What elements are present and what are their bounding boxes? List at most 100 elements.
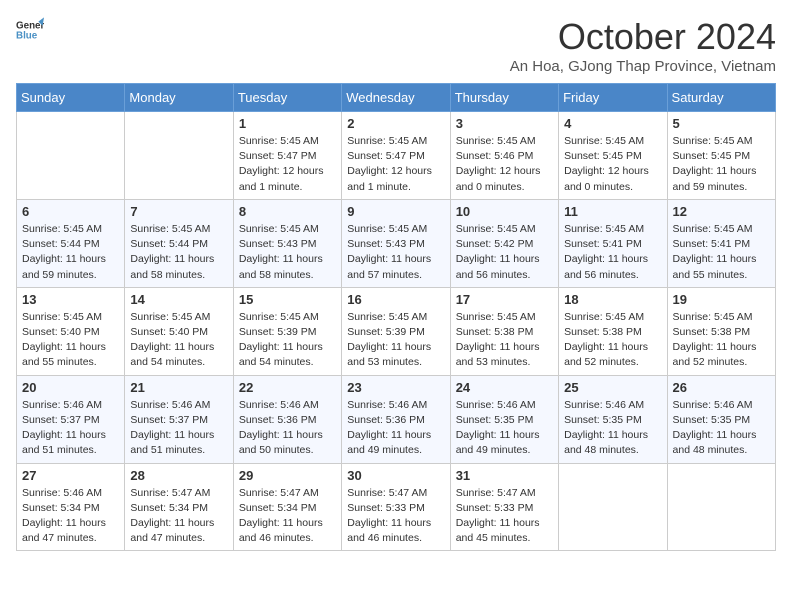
calendar-cell: 9 Sunrise: 5:45 AM Sunset: 5:43 PM Daylig…: [342, 199, 450, 287]
day-number: 13: [22, 292, 119, 307]
day-info: Sunrise: 5:46 AM Sunset: 5:36 PM Dayligh…: [347, 398, 444, 459]
day-info: Sunrise: 5:45 AM Sunset: 5:45 PM Dayligh…: [673, 134, 770, 195]
day-number: 16: [347, 292, 444, 307]
day-number: 18: [564, 292, 661, 307]
logo-icon: General Blue: [16, 16, 44, 44]
day-number: 11: [564, 204, 661, 219]
day-info: Sunrise: 5:47 AM Sunset: 5:34 PM Dayligh…: [130, 486, 227, 547]
calendar-cell: [559, 463, 667, 551]
day-number: 24: [456, 380, 553, 395]
day-info: Sunrise: 5:45 AM Sunset: 5:40 PM Dayligh…: [22, 310, 119, 371]
day-info: Sunrise: 5:45 AM Sunset: 5:38 PM Dayligh…: [456, 310, 553, 371]
day-number: 15: [239, 292, 336, 307]
calendar-cell: [125, 112, 233, 200]
svg-text:Blue: Blue: [16, 30, 38, 41]
calendar-cell: 23 Sunrise: 5:46 AM Sunset: 5:36 PM Dayli…: [342, 375, 450, 463]
calendar-cell: 30Sunrise: 5:47 AM Sunset: 5:33 PM Dayli…: [342, 463, 450, 551]
calendar-week-row: 13 Sunrise: 5:45 AM Sunset: 5:40 PM Dayli…: [17, 287, 776, 375]
day-info: Sunrise: 5:46 AM Sunset: 5:35 PM Dayligh…: [673, 398, 770, 459]
day-number: 28: [130, 468, 227, 483]
day-number: 25: [564, 380, 661, 395]
logo: General Blue: [16, 16, 44, 44]
day-number: 29: [239, 468, 336, 483]
day-number: 3: [456, 116, 553, 131]
calendar-cell: 17 Sunrise: 5:45 AM Sunset: 5:38 PM Dayli…: [450, 287, 558, 375]
day-info: Sunrise: 5:45 AM Sunset: 5:41 PM Dayligh…: [564, 222, 661, 283]
calendar-cell: 1Sunrise: 5:45 AM Sunset: 5:47 PM Daylig…: [233, 112, 341, 200]
day-number: 31: [456, 468, 553, 483]
calendar-cell: 27 Sunrise: 5:46 AM Sunset: 5:34 PM Dayli…: [17, 463, 125, 551]
day-number: 4: [564, 116, 661, 131]
calendar-cell: 5 Sunrise: 5:45 AM Sunset: 5:45 PM Daylig…: [667, 112, 775, 200]
day-info: Sunrise: 5:45 AM Sunset: 5:43 PM Dayligh…: [347, 222, 444, 283]
day-number: 19: [673, 292, 770, 307]
calendar-table: SundayMondayTuesdayWednesdayThursdayFrid…: [16, 83, 776, 551]
calendar-cell: 2 Sunrise: 5:45 AM Sunset: 5:47 PM Daylig…: [342, 112, 450, 200]
calendar-cell: 15Sunrise: 5:45 AM Sunset: 5:39 PM Dayli…: [233, 287, 341, 375]
calendar-cell: 10Sunrise: 5:45 AM Sunset: 5:42 PM Dayli…: [450, 199, 558, 287]
day-info: Sunrise: 5:45 AM Sunset: 5:44 PM Dayligh…: [130, 222, 227, 283]
calendar-cell: 8 Sunrise: 5:45 AM Sunset: 5:43 PM Daylig…: [233, 199, 341, 287]
day-info: Sunrise: 5:45 AM Sunset: 5:39 PM Dayligh…: [347, 310, 444, 371]
calendar-cell: 14Sunrise: 5:45 AM Sunset: 5:40 PM Dayli…: [125, 287, 233, 375]
calendar-day-header: Monday: [125, 84, 233, 112]
day-info: Sunrise: 5:45 AM Sunset: 5:42 PM Dayligh…: [456, 222, 553, 283]
calendar-day-header: Wednesday: [342, 84, 450, 112]
calendar-day-header: Sunday: [17, 84, 125, 112]
page-header: General Blue October 2024 An Hoa, GJong …: [16, 16, 776, 75]
day-number: 22: [239, 380, 336, 395]
calendar-day-header: Saturday: [667, 84, 775, 112]
calendar-cell: 31 Sunrise: 5:47 AM Sunset: 5:33 PM Dayli…: [450, 463, 558, 551]
day-info: Sunrise: 5:46 AM Sunset: 5:37 PM Dayligh…: [130, 398, 227, 459]
day-number: 17: [456, 292, 553, 307]
day-info: Sunrise: 5:46 AM Sunset: 5:35 PM Dayligh…: [456, 398, 553, 459]
day-number: 5: [673, 116, 770, 131]
calendar-cell: 7Sunrise: 5:45 AM Sunset: 5:44 PM Daylig…: [125, 199, 233, 287]
calendar-header-row: SundayMondayTuesdayWednesdayThursdayFrid…: [17, 84, 776, 112]
day-info: Sunrise: 5:45 AM Sunset: 5:47 PM Dayligh…: [347, 134, 444, 195]
calendar-week-row: 1 Sunrise: 5:45 AM Sunset: 5:47 PM Daylig…: [17, 112, 776, 200]
calendar-day-header: Tuesday: [233, 84, 341, 112]
calendar-cell: 20 Sunrise: 5:46 AM Sunset: 5:37 PM Dayli…: [17, 375, 125, 463]
calendar-cell: 18 Sunrise: 5:45 AM Sunset: 5:38 PM Dayli…: [559, 287, 667, 375]
calendar-cell: 6Sunrise: 5:45 AM Sunset: 5:44 PM Daylig…: [17, 199, 125, 287]
day-info: Sunrise: 5:46 AM Sunset: 5:37 PM Dayligh…: [22, 398, 119, 459]
calendar-cell: 16 Sunrise: 5:45 AM Sunset: 5:39 PM Dayli…: [342, 287, 450, 375]
day-info: Sunrise: 5:45 AM Sunset: 5:41 PM Dayligh…: [673, 222, 770, 283]
day-info: Sunrise: 5:45 AM Sunset: 5:46 PM Dayligh…: [456, 134, 553, 195]
calendar-week-row: 27 Sunrise: 5:46 AM Sunset: 5:34 PM Dayli…: [17, 463, 776, 551]
day-info: Sunrise: 5:45 AM Sunset: 5:43 PM Dayligh…: [239, 222, 336, 283]
day-info: Sunrise: 5:47 AM Sunset: 5:33 PM Dayligh…: [456, 486, 553, 547]
calendar-cell: 19 Sunrise: 5:45 AM Sunset: 5:38 PM Dayli…: [667, 287, 775, 375]
day-number: 9: [347, 204, 444, 219]
day-number: 2: [347, 116, 444, 131]
day-number: 30: [347, 468, 444, 483]
calendar-week-row: 20 Sunrise: 5:46 AM Sunset: 5:37 PM Dayli…: [17, 375, 776, 463]
day-number: 8: [239, 204, 336, 219]
calendar-day-header: Thursday: [450, 84, 558, 112]
calendar-day-header: Friday: [559, 84, 667, 112]
calendar-cell: 26 Sunrise: 5:46 AM Sunset: 5:35 PM Dayli…: [667, 375, 775, 463]
day-number: 1: [239, 116, 336, 131]
calendar-cell: 4Sunrise: 5:45 AM Sunset: 5:45 PM Daylig…: [559, 112, 667, 200]
day-number: 27: [22, 468, 119, 483]
location-subtitle: An Hoa, GJong Thap Province, Vietnam: [510, 58, 776, 75]
day-number: 21: [130, 380, 227, 395]
calendar-cell: 28 Sunrise: 5:47 AM Sunset: 5:34 PM Dayli…: [125, 463, 233, 551]
day-number: 20: [22, 380, 119, 395]
day-number: 12: [673, 204, 770, 219]
day-number: 23: [347, 380, 444, 395]
day-info: Sunrise: 5:45 AM Sunset: 5:38 PM Dayligh…: [673, 310, 770, 371]
calendar-cell: [667, 463, 775, 551]
calendar-cell: [17, 112, 125, 200]
title-section: October 2024 An Hoa, GJong Thap Province…: [510, 16, 776, 75]
calendar-cell: 22Sunrise: 5:46 AM Sunset: 5:36 PM Dayli…: [233, 375, 341, 463]
calendar-cell: 24 Sunrise: 5:46 AM Sunset: 5:35 PM Dayli…: [450, 375, 558, 463]
day-info: Sunrise: 5:45 AM Sunset: 5:38 PM Dayligh…: [564, 310, 661, 371]
calendar-cell: 21 Sunrise: 5:46 AM Sunset: 5:37 PM Dayli…: [125, 375, 233, 463]
day-number: 26: [673, 380, 770, 395]
calendar-cell: 25Sunrise: 5:46 AM Sunset: 5:35 PM Dayli…: [559, 375, 667, 463]
day-info: Sunrise: 5:45 AM Sunset: 5:40 PM Dayligh…: [130, 310, 227, 371]
calendar-cell: 29Sunrise: 5:47 AM Sunset: 5:34 PM Dayli…: [233, 463, 341, 551]
day-info: Sunrise: 5:46 AM Sunset: 5:34 PM Dayligh…: [22, 486, 119, 547]
